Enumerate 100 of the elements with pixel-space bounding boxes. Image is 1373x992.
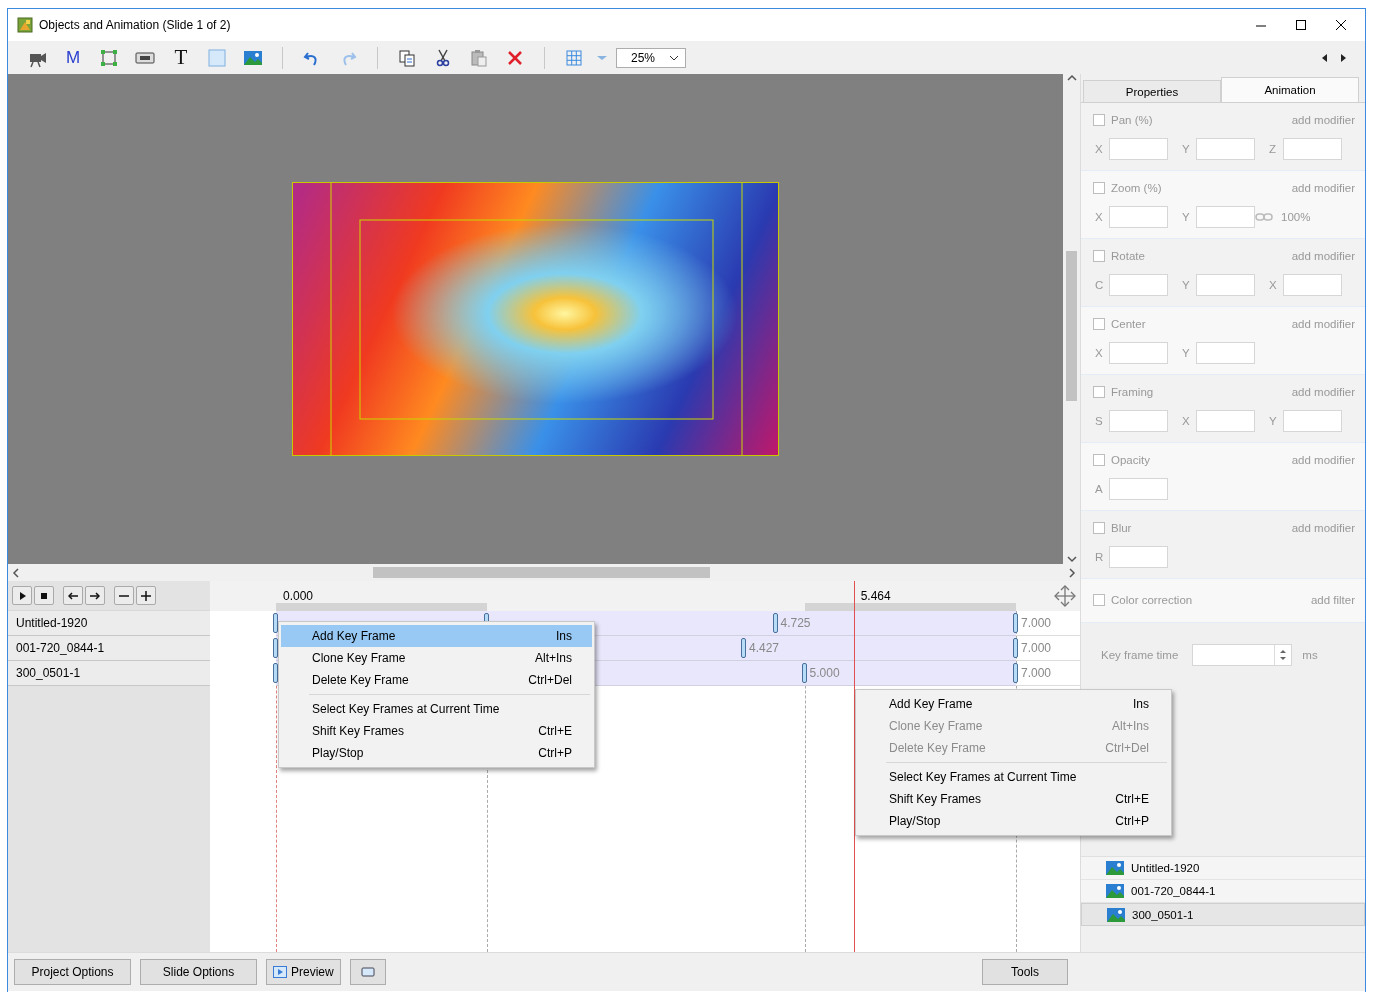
track-name[interactable]: 300_0501-1	[8, 661, 210, 686]
input-field[interactable]	[1196, 410, 1255, 432]
section-checkbox[interactable]	[1093, 386, 1105, 398]
scrollbar-thumb[interactable]	[1066, 251, 1077, 401]
section-label: Color correction	[1111, 594, 1194, 606]
minus-button[interactable]	[114, 586, 134, 605]
section-label: Opacity	[1111, 454, 1151, 466]
keyframe-handle[interactable]	[801, 663, 807, 683]
keyframe-handle[interactable]	[740, 638, 746, 658]
menu-item[interactable]: Select Key Frames at Current Time	[858, 766, 1169, 788]
section-checkbox[interactable]	[1093, 114, 1105, 126]
input-field[interactable]	[1109, 546, 1168, 568]
keyframe-handle[interactable]	[1013, 663, 1018, 683]
input-field[interactable]	[1109, 206, 1168, 228]
field-label: Y	[1181, 211, 1191, 223]
copy-icon[interactable]	[397, 47, 417, 68]
field-label: X	[1094, 211, 1104, 223]
key-frame-time-label: Key frame time	[1101, 649, 1179, 661]
section-label: Rotate	[1111, 250, 1146, 262]
options-button[interactable]: Project Options	[14, 959, 131, 985]
stop-button[interactable]	[34, 586, 54, 605]
window-button[interactable]	[349, 959, 386, 985]
start-time: 0.000	[283, 589, 314, 603]
image-icon	[1105, 881, 1125, 901]
keyframe-handle[interactable]	[1013, 638, 1018, 658]
field-label: A	[1094, 483, 1104, 495]
chevron-down-icon	[669, 53, 679, 62]
input-field[interactable]	[1283, 274, 1342, 296]
keyframe-time: 5.000	[809, 666, 840, 680]
keyframe-handle[interactable]	[1013, 613, 1018, 633]
input-field[interactable]	[1109, 342, 1168, 364]
menu-item[interactable]: Shift Key Frames Ctrl+E	[858, 788, 1169, 810]
paste-icon[interactable]	[469, 47, 489, 68]
rectangle-icon[interactable]	[99, 47, 119, 68]
unit-label: ms	[1302, 649, 1318, 661]
zoom-dropdown[interactable]: 25%	[616, 47, 686, 68]
section-checkbox[interactable]	[1093, 318, 1105, 330]
menu-item[interactable]: Add Key Frame Ins	[281, 625, 592, 647]
right-arrow-button[interactable]	[85, 586, 105, 605]
section-checkbox[interactable]	[1093, 522, 1105, 534]
input-field[interactable]	[1196, 206, 1255, 228]
input-field[interactable]	[1109, 478, 1168, 500]
object-list-item[interactable]: Untitled-1920	[1081, 857, 1365, 880]
track-name[interactable]: Untitled-1920	[8, 611, 210, 636]
text-tool-button[interactable]: M	[55, 47, 91, 68]
input-field[interactable]	[1196, 274, 1255, 296]
image-icon	[1105, 858, 1125, 878]
options-button[interactable]: Slide Options	[140, 959, 257, 985]
spinner-icon[interactable]	[1279, 649, 1288, 661]
maximize-icon[interactable]	[1294, 18, 1308, 32]
object-list-item[interactable]: 300_0501-1	[1081, 903, 1365, 926]
object-list-item[interactable]: 001-720_0844-1	[1081, 880, 1365, 903]
right-arrow-icon[interactable]	[1340, 52, 1347, 63]
tools-button[interactable]: Tools	[982, 959, 1068, 985]
keyframe-handle[interactable]	[772, 613, 778, 633]
panel-tab[interactable]: Properties	[1083, 80, 1221, 102]
section-checkbox[interactable]	[1093, 594, 1105, 606]
menu-item[interactable]: Delete Key Frame Ctrl+Del	[281, 669, 592, 691]
grid-icon[interactable]	[564, 47, 584, 68]
left-arrow-icon[interactable]	[1321, 52, 1328, 63]
field-label: S	[1094, 415, 1104, 427]
key-frame-time-field[interactable]	[1192, 644, 1293, 666]
play-icon	[17, 590, 27, 601]
zoom-ratio: 100%	[1281, 211, 1311, 223]
section-label: Pan (%)	[1111, 114, 1154, 126]
keyframe-time: 4.427	[748, 641, 779, 655]
menu-item[interactable]: Shift Key Frames Ctrl+E	[281, 720, 592, 742]
text-tool-button[interactable]: T	[163, 45, 199, 70]
input-field[interactable]	[1109, 410, 1168, 432]
input-field[interactable]	[1283, 138, 1342, 160]
input-field[interactable]	[1196, 342, 1255, 364]
scrollbar-thumb[interactable]	[373, 567, 710, 578]
field-label: X	[1181, 415, 1191, 427]
field-label: R	[1094, 551, 1105, 563]
input-field[interactable]	[1109, 138, 1168, 160]
left-arrow-button[interactable]	[63, 586, 83, 605]
section-checkbox[interactable]	[1093, 454, 1105, 466]
menu-item[interactable]: Play/Stop Ctrl+P	[281, 742, 592, 764]
menu-item[interactable]: Select Key Frames at Current Time	[281, 698, 592, 720]
move-icon[interactable]	[1052, 583, 1078, 609]
playhead-line[interactable]	[853, 581, 855, 952]
preview-button[interactable]: Preview	[266, 959, 341, 985]
play-button[interactable]	[12, 586, 32, 605]
menu-item[interactable]: Add Key Frame Ins	[858, 693, 1169, 715]
input-field[interactable]	[1196, 138, 1255, 160]
plus-icon	[141, 590, 151, 601]
scroll-right-icon[interactable]	[1068, 567, 1076, 578]
section-checkbox[interactable]	[1093, 182, 1105, 194]
plus-button[interactable]	[136, 586, 156, 605]
close-icon[interactable]	[1334, 18, 1348, 32]
scroll-left-icon[interactable]	[12, 567, 20, 578]
panel-tab[interactable]: Animation	[1221, 77, 1359, 102]
section-checkbox[interactable]	[1093, 250, 1105, 262]
menu-item[interactable]: Play/Stop Ctrl+P	[858, 810, 1169, 832]
input-field[interactable]	[1109, 274, 1168, 296]
section-label: Blur	[1111, 522, 1133, 534]
field-label: X	[1268, 279, 1278, 291]
track-name[interactable]: 001-720_0844-1	[8, 636, 210, 661]
menu-item[interactable]: Clone Key Frame Alt+Ins	[281, 647, 592, 669]
input-field[interactable]	[1283, 410, 1342, 432]
